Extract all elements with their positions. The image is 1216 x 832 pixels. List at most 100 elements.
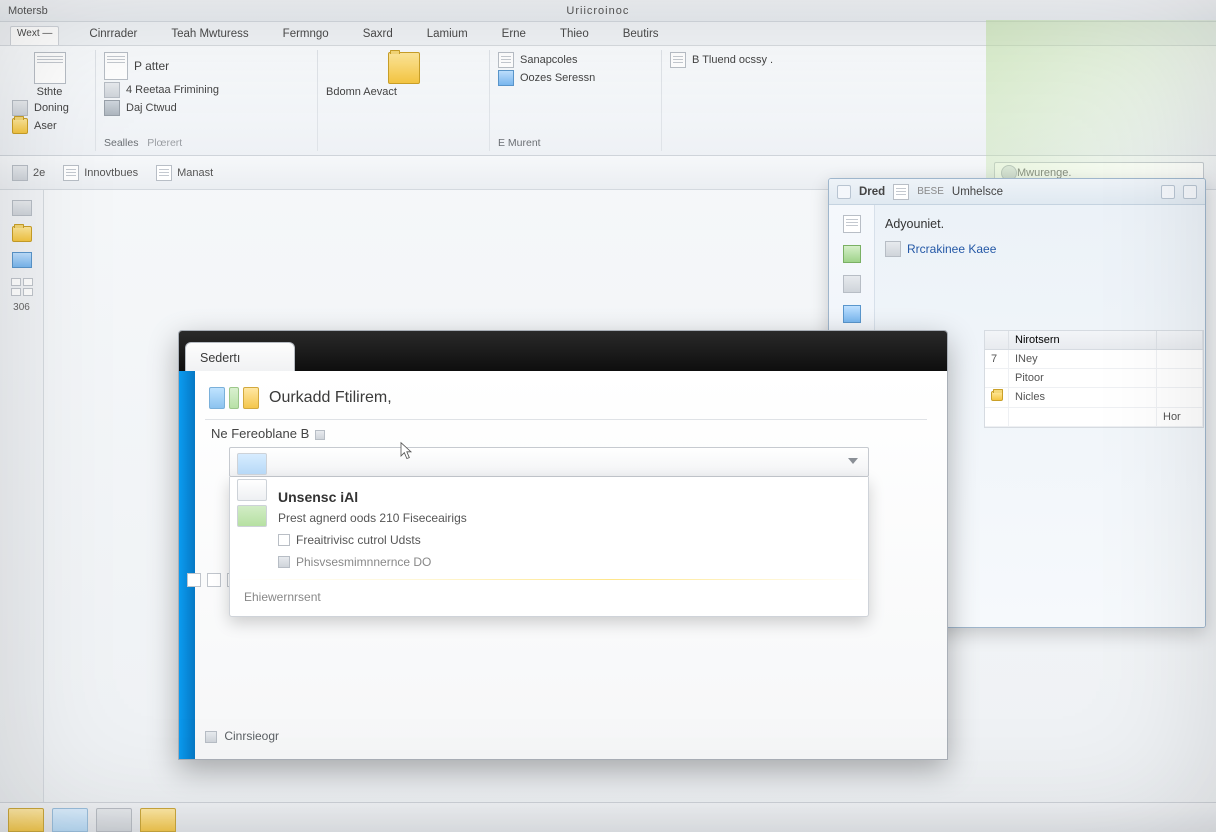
win2-title-a: Dred: [859, 186, 885, 198]
ribbon-item-sanapcoles[interactable]: Sanapcoles: [498, 52, 653, 68]
sidebar-grid-icon[interactable]: [11, 278, 33, 296]
grid-header-1[interactable]: Nirotsern: [1009, 331, 1157, 349]
grid-header-0[interactable]: [985, 331, 1009, 349]
dropdown-option-1[interactable]: Freaitrivisc cutrol Udsts: [230, 529, 868, 551]
mini-icon[interactable]: [207, 573, 221, 587]
ribbon-btn-sthte[interactable]: Sthte: [12, 52, 87, 98]
taskbar-item[interactable]: [52, 808, 88, 832]
toolbar-item-2e[interactable]: 2e: [12, 165, 45, 181]
bg-tab-1[interactable]: Teah Mwturess: [167, 26, 252, 45]
ribbon-group-1: Sthte Doning Aser: [6, 50, 96, 151]
info-icon[interactable]: [315, 430, 325, 440]
bg-tab-4[interactable]: Lamium: [423, 26, 472, 45]
green-card-icon: [229, 387, 239, 409]
win2-close-button[interactable]: [1183, 185, 1197, 199]
ribbon-btn-folder[interactable]: [326, 52, 481, 84]
ribbon-item-oozes[interactable]: Oozes Seressn: [498, 70, 653, 86]
ribbon-item-daj[interactable]: Daj Ctwud: [104, 100, 309, 116]
win2-min-button[interactable]: [1161, 185, 1175, 199]
grey-icon: [104, 82, 120, 98]
ribbon-caption-sealles: Sealles Plœrert: [104, 137, 309, 149]
bg-ribbon-tabs: Wext — Cinrrader Teah Mwturess Fermngo S…: [0, 22, 1216, 46]
document-icon: [63, 165, 79, 181]
bg-tab-6[interactable]: Thieo: [556, 26, 593, 45]
taskbar-item[interactable]: [96, 808, 132, 832]
dropdown-separator: [230, 579, 868, 580]
ribbon-item-tluend[interactable]: B Tluend ocssy .: [670, 52, 806, 68]
dropdown-option-0[interactable]: Prest agnerd oods 210 Fiseceairigs: [230, 507, 868, 529]
dropdown-option-2[interactable]: Phisvsesmimnnernce DO: [230, 551, 868, 573]
sidebar-icon[interactable]: [12, 200, 32, 216]
ribbon-item-reetaa[interactable]: 4 Reetaa Frimining: [104, 82, 309, 98]
toolbar-item-manast[interactable]: Manast: [156, 165, 213, 181]
dropdown-field[interactable]: [229, 447, 869, 477]
toolbar-item-innovtbues[interactable]: Innovtbues: [63, 165, 138, 181]
bg-titlebar: Motersb Uriicroinoc: [0, 0, 1216, 22]
front-heading: Ourkadd Ftilirem,: [209, 387, 927, 409]
dropdown-panel-title: Unsensc iAl: [230, 483, 868, 507]
front-dropdown: Unsensc iAl Prest agnerd oods 210 Fisece…: [229, 447, 869, 617]
grey-icon[interactable]: [843, 275, 861, 293]
document-icon: [670, 52, 686, 68]
bg-title-left: Motersb: [8, 5, 48, 17]
green-icon[interactable]: [843, 245, 861, 263]
blue-icon: [498, 70, 514, 86]
grid-row: Nicles: [985, 388, 1203, 408]
folder-icon: [12, 118, 28, 134]
front-active-tab[interactable]: Sedertı: [185, 342, 295, 372]
bg-tab-5[interactable]: Erne: [498, 26, 530, 45]
ribbon-btn-patter[interactable]: P atter: [104, 52, 309, 80]
grid-header-row: Nirotsern: [985, 331, 1203, 350]
bg-tab-7[interactable]: Beutirs: [619, 26, 663, 45]
taskbar-item[interactable]: [140, 808, 176, 832]
ribbon-caption-murent: E Murent: [498, 137, 653, 149]
grey-icon: [885, 241, 901, 257]
win2-titlebar[interactable]: Dred BESE Umhelsce: [829, 179, 1205, 205]
document-icon: [156, 165, 172, 181]
grey-icon: [12, 165, 28, 181]
win2-title-c: Umhelsce: [952, 186, 1003, 198]
grid-row: 7INey: [985, 350, 1203, 369]
blue-icon[interactable]: [843, 305, 861, 323]
document-icon: [893, 184, 909, 200]
ribbon-item-aser[interactable]: Aser: [12, 118, 87, 134]
bg-file-tab[interactable]: Wext —: [10, 26, 59, 45]
yellow-card-icon: [243, 387, 259, 409]
ribbon-group-2: P atter 4 Reetaa Frimining Daj Ctwud Sea…: [98, 50, 318, 151]
folder-icon[interactable]: [12, 226, 32, 242]
grey-icon: [205, 731, 217, 743]
blue-icon[interactable]: [12, 252, 32, 268]
win2-sys-icon[interactable]: [837, 185, 851, 199]
cursor-icon: [399, 441, 413, 461]
grid-row: Pitoor: [985, 369, 1203, 388]
ribbon-group-4: Sanapcoles Oozes Seressn E Murent: [492, 50, 662, 151]
thumb-icon: [237, 453, 267, 475]
bg-tab-3[interactable]: Saxrd: [359, 26, 397, 45]
bg-ribbon: Sthte Doning Aser P atter 4 Reetaa Frimi…: [0, 46, 1216, 156]
grey-icon: [12, 100, 28, 116]
dropdown-section-label: Ehiewernrsent: [230, 586, 868, 608]
front-heading-text: Ourkadd Ftilirem,: [269, 389, 392, 407]
db-icon: [104, 100, 120, 116]
win2-data-grid: Nirotsern 7INey Pitoor Nicles Hor: [984, 330, 1204, 428]
document-icon[interactable]: [843, 215, 861, 233]
grey-icon: [278, 556, 290, 568]
grid-header-2[interactable]: [1157, 331, 1203, 349]
divider: [205, 419, 927, 420]
bg-tab-0[interactable]: Cinrrader: [85, 26, 141, 45]
thumb-icon: [237, 505, 267, 527]
ribbon-item-doning[interactable]: Doning: [12, 100, 87, 116]
mini-icon[interactable]: [187, 573, 201, 587]
win2-link-1[interactable]: Rrcrakinee Kaee: [885, 241, 1195, 257]
ribbon-item-bdomn[interactable]: Bdomn Aevact: [326, 86, 481, 98]
document-icon: [34, 52, 66, 84]
bg-sidebar: 306: [0, 190, 44, 832]
document-icon: [498, 52, 514, 68]
taskbar: [0, 802, 1216, 832]
front-blue-sidebar: [179, 371, 195, 759]
taskbar-item[interactable]: [8, 808, 44, 832]
search-input[interactable]: [1017, 167, 1197, 179]
bg-tab-2[interactable]: Fermngo: [279, 26, 333, 45]
chevron-down-icon: [848, 458, 858, 464]
front-footer-label[interactable]: Cinrsieogr: [205, 729, 279, 743]
